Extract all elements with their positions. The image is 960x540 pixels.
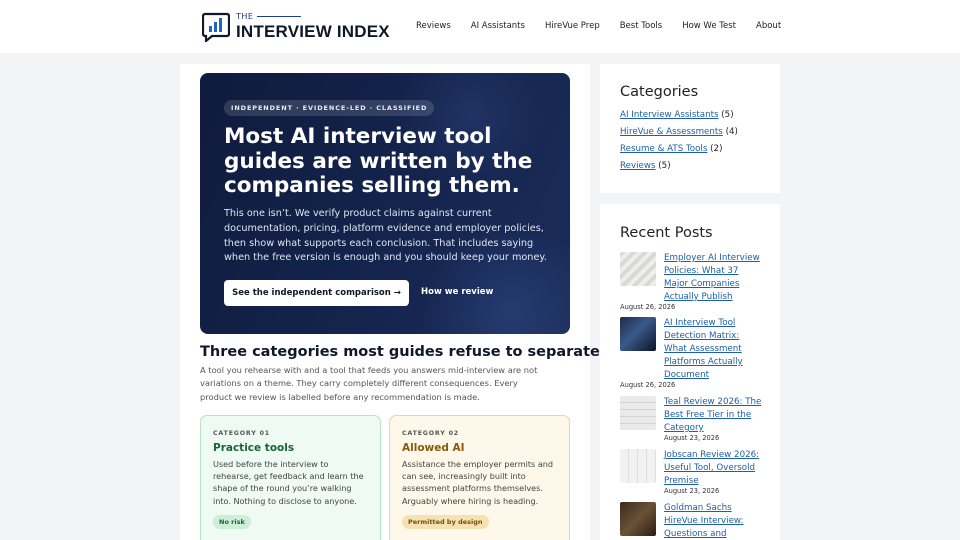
category-item: HireVue & Assessments (4) [620, 124, 760, 141]
category-link[interactable]: HireVue & Assessments [620, 127, 723, 137]
hero-description: This one isn’t. We verify product claims… [224, 208, 547, 264]
categories-heading: Categories [620, 84, 699, 100]
category-title: Practice tools [213, 442, 295, 454]
category-description: Assistance the employer permits and can … [402, 459, 554, 506]
risk-badge: Permitted by design [402, 514, 489, 529]
sidebar-categories: Categories AI Interview Assistants (5) H… [600, 64, 780, 193]
post-date: August 23, 2026 [664, 487, 720, 495]
hero-title: Most AI interview tool guides are writte… [224, 124, 533, 198]
how-we-review-link[interactable]: How we review [421, 287, 493, 297]
category-count: (4) [725, 127, 738, 137]
section-description: A tool you rehearse with and a tool that… [200, 365, 538, 402]
category-count: (5) [658, 161, 671, 171]
nav-best-tools[interactable]: Best Tools [620, 21, 662, 31]
post-thumbnail[interactable] [620, 449, 656, 483]
risk-badge: No risk [213, 514, 251, 529]
site-logo[interactable]: THE INTERVIEW INDEX [201, 10, 390, 44]
hero-banner: INDEPENDENT · EVIDENCE-LED · CLASSIFIED … [200, 73, 570, 334]
post-link[interactable]: Teal Review 2026: The Best Free Tier in … [664, 396, 764, 435]
recent-post: Teal Review 2026: The Best Free Tier in … [620, 396, 762, 444]
post-link[interactable]: Employer AI Interview Policies: What 37 … [664, 252, 764, 304]
category-label: CATEGORY 01 [213, 430, 270, 437]
recent-post: AI Interview Tool Detection Matrix: What… [620, 317, 764, 389]
category-list: AI Interview Assistants (5) HireVue & As… [620, 107, 760, 175]
sidebar-recent-posts: Recent Posts Employer AI Interview Polic… [600, 204, 780, 540]
category-count: (2) [710, 144, 723, 154]
nav-reviews[interactable]: Reviews [416, 21, 451, 31]
post-date: August 23, 2026 [664, 434, 720, 442]
post-thumbnail[interactable] [620, 317, 656, 351]
section-title: Three categories most guides refuse to s… [200, 344, 600, 360]
category-card-allowed-ai[interactable]: CATEGORY 02 Allowed AI Assistance the em… [389, 415, 570, 540]
logo-the: THE [236, 12, 390, 21]
nav-about[interactable]: About [756, 21, 781, 31]
recent-post: Jobscan Review 2026: Useful Tool, Overso… [620, 449, 762, 497]
post-link[interactable]: Goldman Sachs HireVue Interview: Questio… [664, 502, 764, 540]
post-thumbnail[interactable] [620, 396, 656, 430]
category-item: Reviews (5) [620, 158, 760, 175]
post-link[interactable]: Jobscan Review 2026: Useful Tool, Overso… [664, 449, 764, 488]
category-label: CATEGORY 02 [402, 430, 459, 437]
category-count: (5) [721, 110, 734, 120]
logo-wordmark: INTERVIEW INDEX [236, 21, 390, 41]
category-card-practice[interactable]: CATEGORY 01 Practice tools Used before t… [200, 415, 381, 540]
nav-how-we-test[interactable]: How We Test [682, 21, 736, 31]
category-item: AI Interview Assistants (5) [620, 107, 760, 124]
nav-ai-assistants[interactable]: AI Assistants [471, 21, 525, 31]
main-content: INDEPENDENT · EVIDENCE-LED · CLASSIFIED … [180, 64, 600, 540]
recent-post: Employer AI Interview Policies: What 37 … [620, 252, 764, 311]
post-link[interactable]: AI Interview Tool Detection Matrix: What… [664, 317, 764, 382]
hero-badge: INDEPENDENT · EVIDENCE-LED · CLASSIFIED [224, 100, 435, 116]
post-date: August 26, 2026 [620, 303, 676, 311]
post-thumbnail[interactable] [620, 502, 656, 536]
comparison-button[interactable]: See the independent comparison → [224, 280, 409, 306]
recent-post: Goldman Sachs HireVue Interview: Questio… [620, 502, 762, 540]
recent-posts-heading: Recent Posts [620, 225, 713, 241]
category-title: Allowed AI [402, 442, 465, 454]
main-nav: Reviews AI Assistants HireVue Prep Best … [416, 21, 801, 31]
post-date: August 26, 2026 [620, 381, 676, 389]
category-link[interactable]: AI Interview Assistants [620, 110, 719, 120]
category-link[interactable]: Resume & ATS Tools [620, 144, 707, 154]
chart-bubble-icon [201, 12, 231, 44]
nav-hirevue-prep[interactable]: HireVue Prep [545, 21, 600, 31]
category-link[interactable]: Reviews [620, 161, 656, 171]
post-thumbnail[interactable] [620, 252, 656, 286]
category-description: Used before the interview to rehearse, g… [213, 459, 364, 506]
site-header: THE INTERVIEW INDEX Reviews AI Assistant… [0, 0, 960, 53]
category-item: Resume & ATS Tools (2) [620, 141, 760, 158]
